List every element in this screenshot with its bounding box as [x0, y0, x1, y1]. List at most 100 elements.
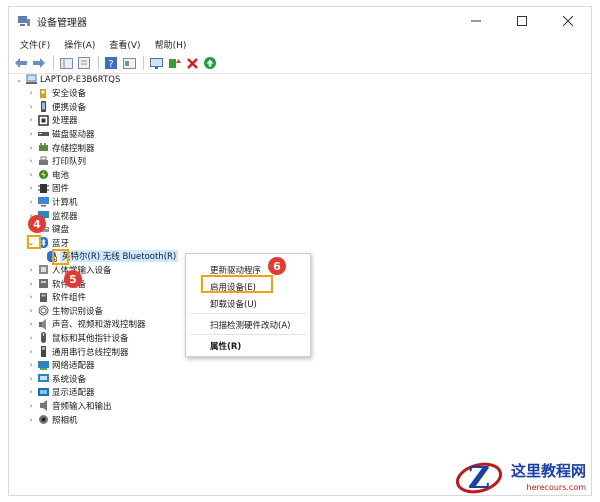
back-button[interactable]: [13, 55, 29, 71]
tree-item-label: 监视器: [52, 211, 78, 222]
expand-chevron-icon[interactable]: ›: [26, 331, 36, 344]
security-key-icon: [38, 88, 49, 99]
tree-item-label: 照相机: [52, 415, 78, 426]
menu-view[interactable]: 查看(V): [102, 38, 147, 51]
menu-action[interactable]: 操作(A): [57, 38, 102, 51]
tree-item-label: 键盘: [52, 225, 70, 236]
forward-button[interactable]: [31, 55, 47, 71]
tree-category-item[interactable]: › 软件组件: [26, 291, 86, 304]
window-title: 设备管理器: [37, 17, 87, 29]
uninstall-device-menu-item[interactable]: 卸载设备(U): [210, 298, 257, 310]
menu-help[interactable]: 帮助(H): [148, 38, 194, 51]
tree-item-label: 安全设备: [52, 89, 87, 100]
menu-file[interactable]: 文件(F): [13, 38, 57, 51]
tree-category-item[interactable]: › 音频输入和输出: [26, 399, 112, 412]
close-button[interactable]: [545, 7, 591, 35]
title-bar: 设备管理器: [9, 7, 591, 35]
expand-chevron-icon[interactable]: ›: [26, 168, 36, 181]
watermark: Z 这里教程网 herecours.com: [455, 456, 586, 496]
expand-chevron-icon[interactable]: ›: [26, 155, 36, 168]
toolbar-separator: [143, 56, 144, 70]
expand-chevron-icon[interactable]: ›: [26, 359, 36, 372]
scan-hardware-menu-item[interactable]: 扫描检测硬件改动(A): [210, 319, 290, 331]
device-manager-icon: [18, 16, 30, 26]
tree-category-item[interactable]: › 网络适配器: [26, 359, 95, 372]
expand-chevron-icon[interactable]: ›: [26, 87, 36, 100]
expand-chevron-icon[interactable]: ›: [26, 386, 36, 399]
monitor-toolbar-button[interactable]: [148, 55, 164, 71]
toolbar: ?: [9, 53, 591, 74]
tree-root[interactable]: ⌄ LAPTOP-E3B6RTQS: [14, 73, 120, 86]
menu-bar: 文件(F) 操作(A) 查看(V) 帮助(H): [9, 35, 591, 53]
tree-item-label: 系统设备: [52, 374, 87, 385]
expand-chevron-icon[interactable]: ›: [26, 345, 36, 358]
processor-icon: [38, 115, 49, 126]
watermark-text: 这里教程网 herecours.com: [511, 460, 586, 492]
expand-chevron-icon[interactable]: ›: [26, 263, 36, 276]
help-toolbar-button[interactable]: ?: [103, 55, 119, 71]
tree-category-item[interactable]: › 打印队列: [26, 155, 86, 168]
expand-chevron-icon[interactable]: ›: [26, 100, 36, 113]
mouse-icon: [38, 332, 49, 344]
collapse-chevron-icon[interactable]: ⌄: [14, 73, 24, 86]
device-list-icon: [122, 57, 136, 69]
expand-chevron-icon[interactable]: ›: [26, 114, 36, 127]
minimize-button[interactable]: [453, 7, 499, 35]
forward-arrow-icon: [33, 58, 45, 68]
tree-category-item[interactable]: › 处理器: [26, 114, 78, 127]
tree-category-item[interactable]: › 安全设备: [26, 87, 86, 100]
maximize-button[interactable]: [499, 7, 545, 35]
expand-chevron-icon[interactable]: ›: [26, 372, 36, 385]
expand-chevron-icon[interactable]: ›: [26, 318, 36, 331]
tree-category-item[interactable]: › 系统设备: [26, 372, 86, 385]
tree-category-item[interactable]: › 显示适配器: [26, 386, 95, 399]
window-controls: [453, 7, 591, 35]
enable-highlight-box: [201, 275, 273, 293]
uninstall-toolbar-button[interactable]: [184, 55, 200, 71]
sound-icon: [38, 318, 49, 330]
maximize-icon: [517, 16, 527, 26]
tree-category-item[interactable]: › 生物识别设备: [26, 304, 103, 317]
svg-text:?: ?: [108, 59, 113, 69]
device-view-button[interactable]: [121, 55, 137, 71]
update-driver-toolbar-button[interactable]: [166, 55, 182, 71]
tree-root-label: LAPTOP-E3B6RTQS: [40, 74, 121, 85]
expand-chevron-icon[interactable]: ›: [26, 277, 36, 290]
disk-drive-icon: [38, 128, 49, 139]
watermark-en: herecours.com: [526, 483, 587, 492]
back-arrow-icon: [15, 58, 27, 68]
tree-item-label: 网络适配器: [52, 361, 95, 372]
tree-category-item[interactable]: › 存储控制器: [26, 141, 95, 154]
tree-item-label: 通用串行总线控制器: [52, 347, 129, 358]
properties-menu-item[interactable]: 属性(R): [210, 340, 241, 352]
expand-chevron-icon[interactable]: ›: [26, 127, 36, 140]
tree-category-item[interactable]: › 照相机: [26, 413, 78, 426]
expand-chevron-icon[interactable]: ›: [26, 291, 36, 304]
expand-chevron-icon[interactable]: ›: [26, 413, 36, 426]
tree-category-item[interactable]: › 鼠标和其他指针设备: [26, 331, 129, 344]
step-6-badge: 6: [268, 257, 286, 275]
system-device-icon: [38, 373, 49, 384]
expand-chevron-icon[interactable]: ›: [26, 195, 36, 208]
enable-device-toolbar-button[interactable]: [202, 55, 218, 71]
tree-category-item[interactable]: › 便携设备: [26, 100, 86, 113]
tree-category-item[interactable]: › 声音、视频和游戏控制器: [26, 318, 146, 331]
tree-item-label: 蓝牙: [52, 238, 70, 249]
tree-category-item[interactable]: › 通用串行总线控制器: [26, 345, 129, 358]
expand-chevron-icon[interactable]: ›: [26, 399, 36, 412]
firmware-icon: [38, 183, 49, 194]
tree-category-item[interactable]: › 固件: [26, 182, 69, 195]
tree-category-item[interactable]: › 磁盘驱动器: [26, 127, 95, 140]
hid-icon: [38, 264, 49, 275]
expand-chevron-icon[interactable]: ›: [26, 141, 36, 154]
svg-text:Z: Z: [468, 461, 490, 496]
tree-category-item[interactable]: › 计算机: [26, 195, 78, 208]
expand-chevron-icon[interactable]: ›: [26, 304, 36, 317]
tree-item-label: 英特尔(R) 无线 Bluetooth(R): [60, 250, 179, 263]
tree-item-label: 固件: [52, 184, 70, 195]
properties-toolbar-button[interactable]: [76, 55, 92, 71]
watermark-cn: 这里教程网: [511, 462, 587, 480]
expand-chevron-icon[interactable]: ›: [26, 182, 36, 195]
show-hide-tree-button[interactable]: [58, 55, 74, 71]
tree-category-item[interactable]: › 电池: [26, 168, 69, 181]
